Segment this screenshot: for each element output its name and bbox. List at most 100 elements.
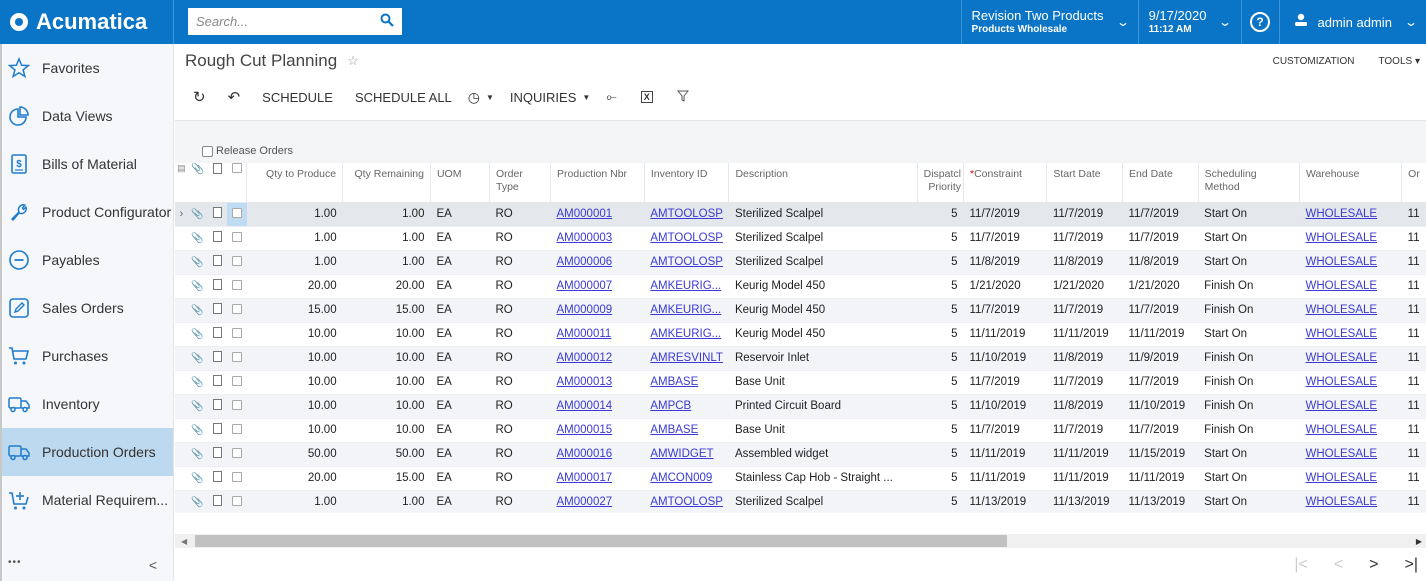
- table-row[interactable]: 📎 1.00 1.00 EA RO AM000003 AMTOOLOSP Sterilized…: [175, 226, 1426, 251]
- customization-menu[interactable]: CUSTOMIZATION: [1273, 56, 1355, 67]
- note-icon[interactable]: [207, 346, 227, 371]
- release-orders-checkbox[interactable]: [202, 145, 213, 157]
- warehouse-link[interactable]: WHOLESALE: [1306, 448, 1378, 460]
- table-row[interactable]: 📎 20.00 15.00 EA RO AM000017 AMCON009 Stainless…: [175, 466, 1426, 491]
- note-icon[interactable]: [207, 418, 227, 443]
- production-nbr-link[interactable]: AM000027: [557, 496, 613, 508]
- table-row[interactable]: 📎 50.00 50.00 EA RO AM000016 AMWIDGET Assembled…: [175, 442, 1426, 467]
- inventory-id-link[interactable]: AMTOOLOSP: [650, 256, 723, 268]
- warehouse-link[interactable]: WHOLESALE: [1306, 208, 1378, 220]
- warehouse-link[interactable]: WHOLESALE: [1306, 376, 1378, 388]
- col-dispatch-priority[interactable]: Dispatcl Priority: [917, 163, 965, 203]
- scroll-right-arrow-icon[interactable]: ▶: [1416, 537, 1422, 546]
- sidebar-item-inventory[interactable]: Inventory: [2, 380, 173, 428]
- table-row[interactable]: 📎 10.00 10.00 EA RO AM000012 AMRESVINLT Reservo…: [175, 346, 1426, 371]
- col-warehouse[interactable]: Warehouse: [1299, 163, 1403, 203]
- note-icon[interactable]: [207, 394, 227, 419]
- checkbox[interactable]: [231, 399, 242, 410]
- tools-menu[interactable]: TOOLS ▾: [1378, 56, 1420, 67]
- production-nbr-link[interactable]: AM000006: [557, 256, 613, 268]
- sidebar-item-sales-orders[interactable]: Sales Orders: [2, 284, 173, 332]
- attachment-icon[interactable]: 📎: [187, 202, 208, 227]
- table-row[interactable]: 📎 1.00 1.00 EA RO AM000027 AMTOOLOSP Sterilized…: [175, 490, 1426, 513]
- select-all-checkbox[interactable]: [227, 163, 248, 203]
- business-date-selector[interactable]: 9/17/2020 11:12 AM ⌄: [1137, 0, 1241, 44]
- inventory-id-link[interactable]: AMPCB: [650, 400, 691, 412]
- attachment-icon[interactable]: 📎: [187, 226, 208, 251]
- inquiries-menu-button[interactable]: INQUIRIES ▼: [502, 90, 598, 105]
- checkbox[interactable]: [231, 423, 242, 434]
- checkbox[interactable]: [231, 231, 242, 242]
- col-start-date[interactable]: Start Date: [1046, 163, 1123, 203]
- row-select-checkbox[interactable]: [227, 274, 247, 299]
- first-page-button[interactable]: |<: [1294, 556, 1308, 574]
- attachment-icon[interactable]: 📎: [187, 466, 208, 491]
- note-icon[interactable]: [207, 298, 227, 323]
- inventory-id-link[interactable]: AMKEURIG...: [650, 328, 721, 340]
- col-scheduling-method[interactable]: Scheduling Method: [1198, 163, 1301, 203]
- next-page-button[interactable]: >: [1369, 556, 1378, 574]
- table-row[interactable]: › 📎 1.00 1.00 EA RO AM000001 AMTOOLOSP Sterilize…: [175, 202, 1426, 227]
- row-select-checkbox[interactable]: [227, 346, 247, 371]
- warehouse-link[interactable]: WHOLESALE: [1306, 424, 1378, 436]
- row-select-checkbox[interactable]: [227, 418, 247, 443]
- production-nbr-link[interactable]: AM000001: [557, 208, 613, 220]
- col-order-date[interactable]: Or: [1401, 163, 1426, 203]
- filter-button[interactable]: [669, 90, 697, 105]
- checkbox[interactable]: [231, 447, 242, 458]
- user-menu[interactable]: admin admin ⌄: [1278, 0, 1426, 44]
- row-select-checkbox[interactable]: [227, 466, 247, 491]
- more-menu-button[interactable]: •••: [8, 557, 22, 573]
- table-row[interactable]: 📎 10.00 10.00 EA RO AM000014 AMPCB Printed Circ…: [175, 394, 1426, 419]
- attachment-icon[interactable]: 📎: [187, 442, 208, 467]
- inventory-id-link[interactable]: AMKEURIG...: [650, 280, 721, 292]
- table-row[interactable]: 📎 10.00 10.00 EA RO AM000013 AMBASE Base Unit 5 1…: [175, 370, 1426, 395]
- col-order-type[interactable]: Order Type: [489, 163, 552, 203]
- row-select-checkbox[interactable]: [227, 202, 247, 227]
- col-qty-to-produce[interactable]: Qty to Produce: [246, 163, 344, 203]
- scroll-left-arrow-icon[interactable]: ◀: [181, 537, 187, 546]
- checkbox[interactable]: [231, 303, 242, 314]
- column-settings-icon[interactable]: ▤: [175, 163, 188, 203]
- warehouse-link[interactable]: WHOLESALE: [1306, 256, 1378, 268]
- inventory-id-link[interactable]: AMRESVINLT: [650, 352, 723, 364]
- attachment-icon[interactable]: 📎: [187, 250, 208, 275]
- note-icon[interactable]: [207, 274, 227, 299]
- checkbox[interactable]: [231, 351, 242, 362]
- checkbox[interactable]: [231, 279, 242, 290]
- sidebar-item-data-views[interactable]: Data Views: [2, 92, 173, 140]
- inventory-id-link[interactable]: AMBASE: [650, 424, 698, 436]
- horizontal-scrollbar[interactable]: ◀ ▶: [175, 534, 1426, 548]
- sidebar-item-payables[interactable]: Payables: [2, 236, 173, 284]
- warehouse-link[interactable]: WHOLESALE: [1306, 472, 1378, 484]
- col-constraint[interactable]: *Constraint: [963, 163, 1048, 203]
- production-nbr-link[interactable]: AM000016: [557, 448, 613, 460]
- schedule-all-button[interactable]: SCHEDULE ALL: [347, 90, 460, 105]
- production-nbr-link[interactable]: AM000009: [557, 304, 613, 316]
- history-menu-button[interactable]: ◷ ▼: [460, 89, 502, 106]
- warehouse-link[interactable]: WHOLESALE: [1306, 400, 1378, 412]
- col-inventory-id[interactable]: Inventory ID: [644, 163, 730, 203]
- table-row[interactable]: 📎 10.00 10.00 EA RO AM000015 AMBASE Base Unit 5 1…: [175, 418, 1426, 443]
- row-select-checkbox[interactable]: [227, 490, 247, 513]
- warehouse-link[interactable]: WHOLESALE: [1306, 232, 1378, 244]
- table-row[interactable]: 📎 15.00 15.00 EA RO AM000009 AMKEURIG... Keurig…: [175, 298, 1426, 323]
- inventory-id-link[interactable]: AMTOOLOSP: [650, 208, 723, 220]
- row-select-checkbox[interactable]: [227, 394, 247, 419]
- note-icon[interactable]: [207, 322, 227, 347]
- table-row[interactable]: 📎 1.00 1.00 EA RO AM000006 AMTOOLOSP Sterilized…: [175, 250, 1426, 275]
- collapse-sidebar-button[interactable]: <: [149, 557, 157, 573]
- prev-page-button[interactable]: <: [1334, 556, 1343, 574]
- attachment-icon[interactable]: 📎: [187, 346, 208, 371]
- export-excel-button[interactable]: X: [633, 91, 661, 103]
- global-search[interactable]: [188, 8, 402, 35]
- checkbox[interactable]: [231, 471, 242, 482]
- col-uom[interactable]: UOM: [430, 163, 490, 203]
- production-nbr-link[interactable]: AM000012: [557, 352, 613, 364]
- inventory-id-link[interactable]: AMBASE: [650, 376, 698, 388]
- help-button[interactable]: ?: [1240, 0, 1279, 44]
- production-nbr-link[interactable]: AM000007: [557, 280, 613, 292]
- inventory-id-link[interactable]: AMCON009: [650, 472, 712, 484]
- col-description[interactable]: Description: [728, 163, 918, 203]
- production-nbr-link[interactable]: AM000013: [557, 376, 613, 388]
